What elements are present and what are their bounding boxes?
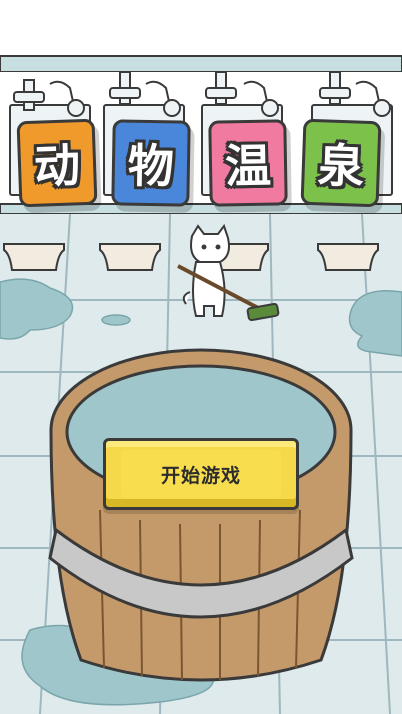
stool-2 bbox=[99, 243, 161, 271]
title-char-2: 物 bbox=[127, 138, 175, 194]
background-art bbox=[0, 0, 402, 714]
title-tile-dong: 动 bbox=[16, 118, 98, 208]
start-game-button[interactable]: 开始游戏 bbox=[103, 438, 299, 510]
title-char-1: 动 bbox=[33, 138, 82, 194]
game-scene: 动 物 温 泉 开始游戏 bbox=[0, 0, 402, 714]
start-game-label: 开始游戏 bbox=[160, 464, 241, 487]
start-button-face: 开始游戏 bbox=[121, 450, 281, 498]
title-char-4: 泉 bbox=[316, 138, 365, 194]
stool-1 bbox=[3, 243, 65, 271]
wooden-tub bbox=[48, 348, 354, 682]
title-tile-wu: 物 bbox=[111, 119, 191, 207]
stool-4 bbox=[317, 243, 379, 271]
title-char-3: 温 bbox=[224, 138, 272, 194]
title-tile-quan: 泉 bbox=[300, 118, 382, 208]
title-tile-wen: 温 bbox=[208, 119, 288, 207]
